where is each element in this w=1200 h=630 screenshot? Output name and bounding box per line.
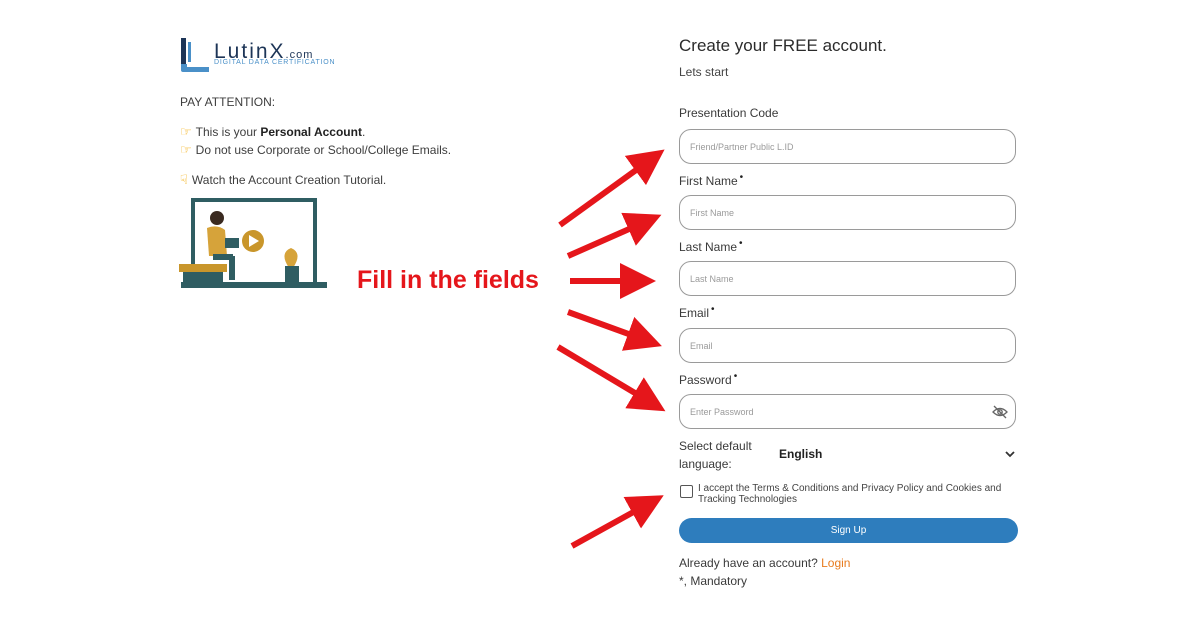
arrow-to-first-name [566,212,662,259]
chevron-down-icon[interactable] [1004,449,1016,459]
terms-text: I accept the Terms & Conditions and Priv… [698,483,1002,505]
form-title: Create your FREE account. [679,36,887,55]
arrow-to-presentation-code [558,149,665,228]
tutorial-link[interactable]: ☟ Watch the Account Creation Tutorial. [180,172,386,188]
password-label: Password • [679,371,738,387]
tutorial-video-thumbnail[interactable] [179,198,329,290]
info-line-no-corporate: ☞ Do not use Corporate or School/College … [180,142,452,157]
presentation-code-label: Presentation Code [679,106,779,120]
brand-tagline: DIGITAL DATA CERTIFICATION [214,59,336,66]
email-label: Email • [679,304,715,320]
last-name-input[interactable] [679,261,1016,296]
pointing-down-hand-icon: ☟ [180,172,188,187]
last-name-label: Last Name • [679,238,743,254]
pointing-hand-icon: ☞ [180,142,192,157]
arrow-to-terms [570,495,664,549]
form-subtitle: Lets start [679,65,729,79]
language-select[interactable]: English [779,447,822,461]
login-link[interactable]: Login [821,556,850,570]
presentation-code-input[interactable] [679,129,1016,164]
password-input[interactable] [679,394,1016,429]
email-input[interactable] [679,328,1016,363]
sign-up-button[interactable]: Sign Up [679,518,1018,543]
terms-checkbox[interactable] [680,485,693,498]
arrow-to-password [556,344,666,412]
first-name-label: First Name • [679,172,744,188]
arrow-to-email [566,309,662,351]
fill-fields-annotation: Fill in the fields [357,266,539,294]
pay-attention-heading: PAY ATTENTION: [180,95,276,109]
pointing-hand-icon: ☞ [180,124,192,139]
language-label: Select default language: [679,439,752,471]
mandatory-note: *, Mandatory [679,574,748,588]
already-have-account: Already have an account? Login [679,556,851,570]
first-name-input[interactable] [679,195,1016,230]
eye-slash-icon[interactable] [992,405,1008,419]
info-line-personal-account: ☞ This is your Personal Account. [180,124,366,139]
